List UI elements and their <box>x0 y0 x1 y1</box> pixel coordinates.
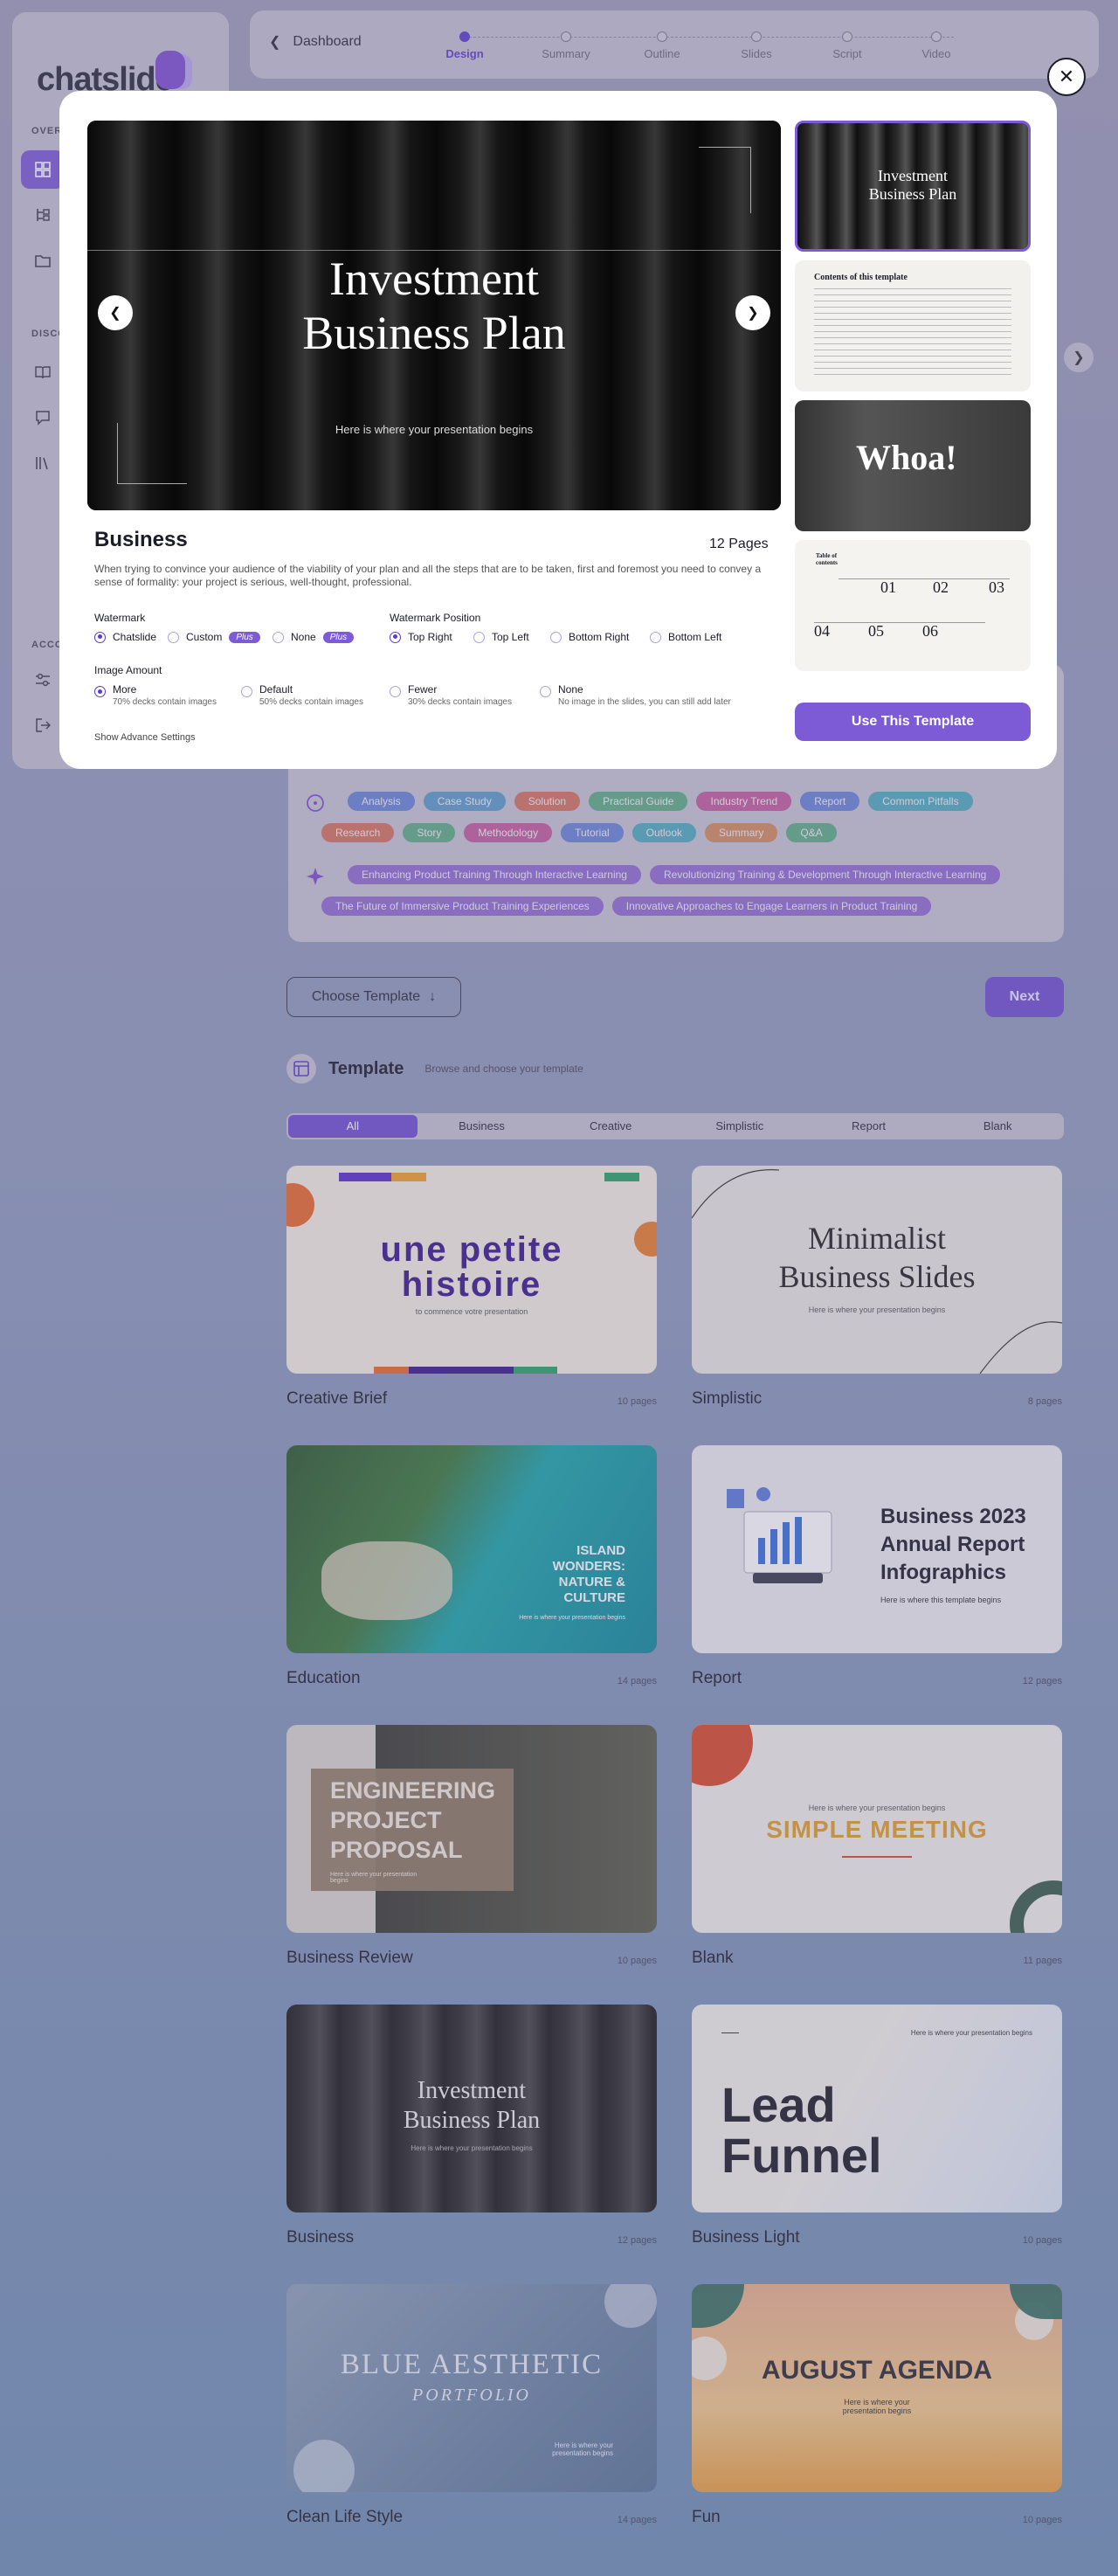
radio-selected <box>94 631 106 643</box>
prev-slide-button[interactable]: ❮ <box>98 295 133 330</box>
template-page-count: 12 Pages <box>709 537 769 551</box>
image-amount-more[interactable]: More 70% decks contain images <box>94 683 217 707</box>
radio <box>550 631 562 643</box>
option-label: None <box>291 631 316 643</box>
watermark-option-custom[interactable]: Custom Plus <box>168 631 260 643</box>
option-desc: 30% decks contain images <box>408 697 512 707</box>
preview-subtitle: Here is where your presentation begins <box>335 423 534 436</box>
option-label: Fewer <box>408 683 438 696</box>
template-description: When trying to convince your audience of… <box>94 563 762 588</box>
thumb-text: 02 <box>933 578 949 596</box>
radio <box>650 631 661 643</box>
close-icon[interactable]: ✕ <box>1047 58 1086 96</box>
option-label: More <box>113 683 137 696</box>
template-title: Business <box>94 528 188 551</box>
thumb-text: Investment <box>878 167 948 184</box>
template-preview-main: Investment Business Plan Here is where yo… <box>87 121 781 510</box>
thumb-text: Table of contents <box>816 552 838 566</box>
radio <box>540 686 551 697</box>
slide-thumb-3[interactable]: Whoa! <box>795 400 1031 531</box>
thumb-text: 03 <box>989 578 1004 596</box>
watermark-option-none[interactable]: None Plus <box>273 631 355 643</box>
image-amount-fewer[interactable]: Fewer 30% decks contain images <box>390 683 512 707</box>
plus-badge: Plus <box>322 631 355 643</box>
thumb-text: Whoa! <box>856 438 957 477</box>
watermark-position-label: Watermark Position <box>390 612 481 624</box>
plus-badge: Plus <box>229 631 260 643</box>
chevron-left-icon: ❮ <box>109 306 121 321</box>
option-desc: 50% decks contain images <box>259 697 363 707</box>
radio-selected <box>390 631 401 643</box>
preview-title-line1: Investment <box>329 253 539 305</box>
option-label: Custom <box>186 631 223 643</box>
image-amount-label: Image Amount <box>94 664 162 676</box>
chevron-right-icon: ❯ <box>747 306 759 321</box>
option-label: None <box>558 683 583 696</box>
template-preview-modal: Investment Business Plan Here is where yo… <box>59 91 1057 769</box>
slide-thumb-4[interactable]: Table of contents 01 02 03 04 05 06 <box>795 540 1031 671</box>
watermark-label: Watermark <box>94 612 146 624</box>
position-top-right[interactable]: Top Right <box>390 631 452 643</box>
slide-thumb-1[interactable]: Investment Business Plan <box>795 121 1031 252</box>
radio <box>168 631 179 643</box>
thumb-text: 05 <box>868 622 884 640</box>
image-amount-default[interactable]: Default 50% decks contain images <box>241 683 363 707</box>
radio <box>241 686 252 697</box>
option-label: Top Left <box>492 631 529 643</box>
option-label: Top Right <box>408 631 452 643</box>
show-advanced-settings-link[interactable]: Show Advance Settings <box>94 732 196 743</box>
option-label: Bottom Right <box>569 631 630 643</box>
thumb-text: Contents of this template <box>814 273 908 282</box>
position-top-left[interactable]: Top Left <box>473 631 529 643</box>
radio-selected <box>94 686 106 697</box>
use-template-button[interactable]: Use This Template <box>795 703 1031 741</box>
option-label: Bottom Left <box>668 631 722 643</box>
option-label: Default <box>259 683 293 696</box>
option-label: Chatslide <box>113 631 157 643</box>
thumb-text: 06 <box>922 622 938 640</box>
watermark-option-chatslide[interactable]: Chatslide <box>94 631 156 643</box>
thumb-text: 01 <box>880 578 896 596</box>
position-bottom-right[interactable]: Bottom Right <box>550 631 629 643</box>
thumb-text: 04 <box>814 622 830 640</box>
next-slide-button[interactable]: ❯ <box>735 295 770 330</box>
radio <box>273 631 284 643</box>
option-desc: No image in the slides, you can still ad… <box>558 697 731 707</box>
radio <box>390 686 401 697</box>
position-bottom-left[interactable]: Bottom Left <box>650 631 721 643</box>
preview-title: Investment Business Plan <box>87 252 781 360</box>
image-amount-none[interactable]: None No image in the slides, you can stil… <box>540 683 731 707</box>
radio <box>473 631 485 643</box>
option-desc: 70% decks contain images <box>113 697 217 707</box>
thumb-text: Business Plan <box>868 185 957 203</box>
slide-thumb-2[interactable]: Contents of this template <box>795 260 1031 391</box>
preview-title-line2: Business Plan <box>302 307 566 359</box>
